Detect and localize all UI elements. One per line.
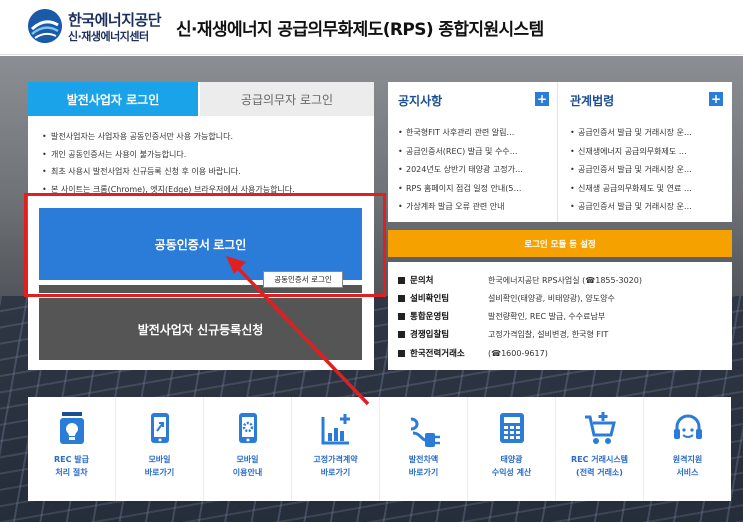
- quick-item-label: 태양광 수익성 계산: [491, 455, 532, 477]
- notice-more-plus-icon[interactable]: +: [535, 92, 549, 106]
- contact-value: (☎1600-9617): [488, 348, 548, 358]
- login-tooltip: 공동인증서 로그인: [263, 271, 343, 288]
- quick-item-label: 모바일 이용안내: [232, 455, 263, 477]
- tab-supplier-login[interactable]: 공급의무자 로그인: [200, 82, 374, 116]
- kea-logo-icon[interactable]: [28, 9, 62, 43]
- list-item[interactable]: 2024년도 상반기 태양광 고정가…: [398, 161, 558, 180]
- laws-section: 관계법령 + 공급인증서 발급 및 거래시장 운… 신재생에너지 공급의무화제도…: [560, 82, 732, 222]
- login-note: 발전사업자는 사업자용 공동인증서만 사용 가능합니다.: [42, 128, 372, 146]
- quick-item-label: REC 발급 처리 절차: [53, 455, 89, 477]
- chart-plus-icon: [321, 414, 350, 445]
- login-panel: 발전사업자 로그인 공급의무자 로그인 발전사업자는 사업자용 공동인증서만 사…: [28, 82, 374, 370]
- contact-label: 통합운영팀: [410, 312, 450, 322]
- square-bullet-icon: [398, 312, 405, 320]
- contact-row: 경쟁입찰팀 고정가격입찰, 설비변경, 한국형 FIT: [398, 325, 608, 343]
- contact-value: 설비확인(태양광, 비태양광), 양도양수: [488, 293, 615, 303]
- list-item[interactable]: 신재생 공급의무화제도 및 연료 …: [570, 180, 730, 199]
- contact-label: 한국전력거래소: [410, 349, 465, 359]
- laws-more-plus-icon[interactable]: +: [709, 92, 723, 106]
- register-generator-button[interactable]: 발전사업자 신규등록신청: [39, 298, 362, 360]
- org-name: 한국에너지공단: [68, 11, 162, 29]
- quick-item-label: REC 거래시스템 (전력 거래소): [570, 455, 629, 477]
- cart-icon: [584, 412, 616, 444]
- tab-generator-login[interactable]: 발전사업자 로그인: [28, 82, 198, 116]
- list-item[interactable]: 공급인증서 발급 및 거래시장 운…: [570, 198, 730, 217]
- mobile-guide-icon: [238, 413, 257, 443]
- quick-item-mobile[interactable]: 모바일 바로가기: [116, 397, 204, 501]
- list-item[interactable]: 가상계좌 발급 오류 관련 안내: [398, 198, 558, 217]
- quick-item-label: 모바일 바로가기: [144, 455, 175, 477]
- notice-title[interactable]: 공지사항: [398, 92, 442, 109]
- login-note: 개인 공동인증서는 사용이 불가능합니다.: [42, 146, 372, 164]
- list-item[interactable]: RPS 홈페이지 점검 일정 안내(5…: [398, 180, 558, 199]
- quick-item-mobile-guide[interactable]: 모바일 이용안내: [204, 397, 292, 501]
- calculator-icon: [499, 413, 524, 443]
- contact-value: 한국에너지공단 RPS사업실 (☎1855-3020): [488, 275, 642, 285]
- org-subtitle: 신·재생에너지센터: [68, 30, 149, 43]
- info-panel: 공지사항 + 한국형FIT 사후관리 관련 알림… 공급인증서(REC) 발급 …: [388, 82, 732, 222]
- quick-item-price-difference[interactable]: 발전차액 바로가기: [380, 397, 468, 501]
- quick-item-rec-trade[interactable]: REC 거래시스템 (전력 거래소): [556, 397, 644, 501]
- list-item[interactable]: 공급인증서 발급 및 거래시장 운…: [570, 124, 730, 143]
- quick-item-label: 발전차액 바로가기: [408, 455, 439, 477]
- quick-menu: REC 발급 처리 절차 모바일 바로가기 모바일 이용안내 고정가격계약 바로…: [28, 397, 731, 501]
- login-note: 본 사이트는 크롬(Chrome), 엣지(Edge) 브라우저에서 사용가능합…: [42, 181, 372, 199]
- list-item[interactable]: 신재생에너지 공급의무화제도 …: [570, 143, 730, 162]
- mobile-icon: [150, 413, 169, 443]
- contact-panel: 문의처 한국에너지공단 RPS사업실 (☎1855-3020) 설비확인팀 설비…: [388, 262, 732, 370]
- quick-item-label: 원격지원 서비스: [672, 455, 703, 477]
- laws-list: 공급인증서 발급 및 거래시장 운… 신재생에너지 공급의무화제도 … 공급인증…: [570, 124, 730, 217]
- contact-label: 문의처: [410, 276, 434, 286]
- quick-item-solar-calc[interactable]: 태양광 수익성 계산: [468, 397, 556, 501]
- certificate-login-button[interactable]: 공동인증서 로그인: [39, 208, 362, 280]
- contact-row: 통합운영팀 발전량확인, REC 발급, 수수료납부: [398, 307, 605, 325]
- contact-value: 고정가격입찰, 설비변경, 한국형 FIT: [488, 329, 609, 339]
- login-notes: 발전사업자는 사업자용 공동인증서만 사용 가능합니다. 개인 공동인증서는 사…: [42, 128, 372, 198]
- plug-icon: [410, 417, 440, 447]
- contact-row: 문의처 한국에너지공단 RPS사업실 (☎1855-3020): [398, 271, 642, 289]
- contact-label: 경쟁입찰팀: [410, 330, 450, 340]
- quick-item-remote-support[interactable]: 원격지원 서비스: [644, 397, 731, 501]
- contact-row: 설비확인팀 설비확인(태양광, 비태양광), 양도양수: [398, 289, 615, 307]
- login-module-setup-button[interactable]: 로그인 모듈 등 설정: [388, 230, 732, 257]
- contact-value: 발전량확인, REC 발급, 수수료납부: [488, 311, 606, 321]
- contact-row: 한국전력거래소 (☎1600-9617): [398, 344, 548, 362]
- square-bullet-icon: [398, 276, 405, 284]
- list-item[interactable]: 공급인증서(REC) 발급 및 수수…: [398, 143, 558, 162]
- laws-title[interactable]: 관계법령: [570, 92, 614, 109]
- notice-section: 공지사항 + 한국형FIT 사후관리 관련 알림… 공급인증서(REC) 발급 …: [388, 82, 558, 222]
- square-bullet-icon: [398, 330, 405, 338]
- quick-item-label: 고정가격계약 바로가기: [313, 455, 358, 477]
- quick-item-fixed-price[interactable]: 고정가격계약 바로가기: [292, 397, 380, 501]
- square-bullet-icon: [398, 294, 405, 302]
- list-item[interactable]: 한국형FIT 사후관리 관련 알림…: [398, 124, 558, 143]
- square-bullet-icon: [398, 349, 405, 357]
- header: 한국에너지공단 신·재생에너지센터 신·재생에너지 공급의무화제도(RPS) 종…: [0, 0, 743, 55]
- contact-label: 설비확인팀: [410, 294, 450, 304]
- rec-process-icon: [59, 412, 84, 444]
- list-item[interactable]: 공급인증서 발급 및 거래시장 운…: [570, 161, 730, 180]
- notice-list: 한국형FIT 사후관리 관련 알림… 공급인증서(REC) 발급 및 수수… 2…: [398, 124, 558, 217]
- headset-icon: [673, 414, 702, 439]
- login-note: 최초 사용시 발전사업자 신규등록 신청 후 이용 바랍니다.: [42, 163, 372, 181]
- quick-item-rec-process[interactable]: REC 발급 처리 절차: [28, 397, 116, 501]
- page-title: 신·재생에너지 공급의무화제도(RPS) 종합지원시스템: [176, 20, 544, 40]
